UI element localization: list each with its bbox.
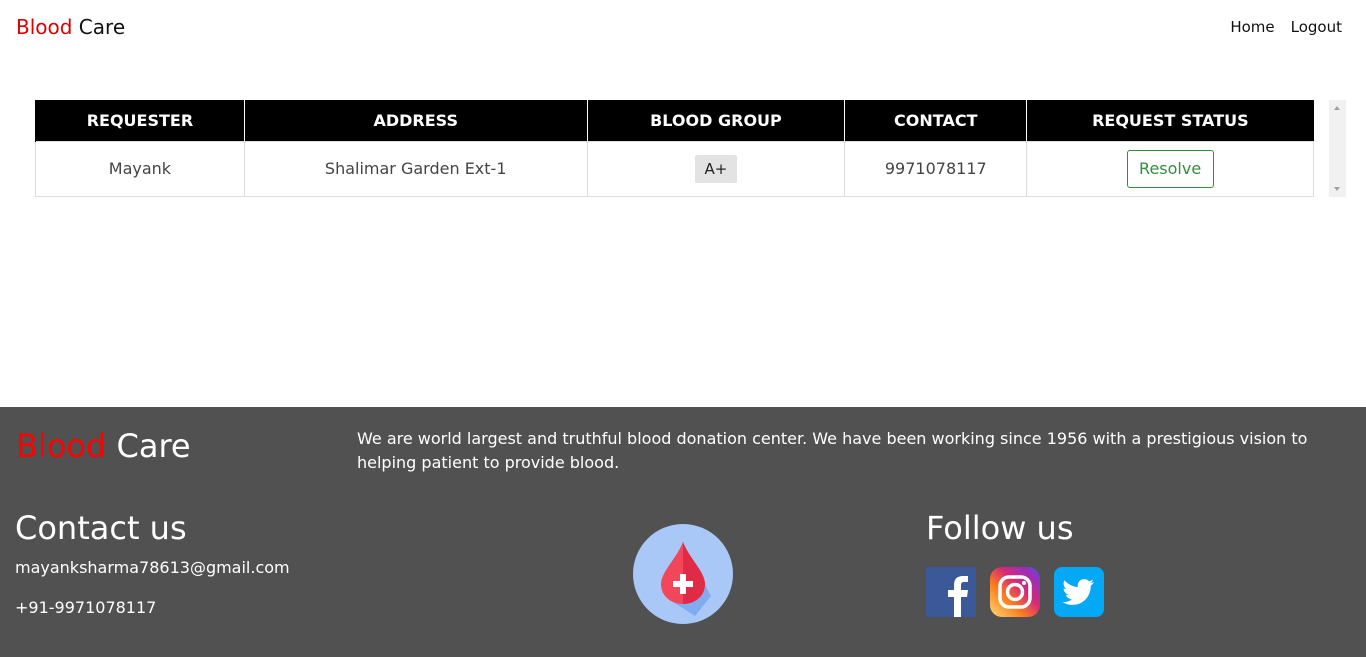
blood-group-badge: A+ <box>694 154 738 183</box>
about-text: We are world largest and truthful blood … <box>357 429 1308 472</box>
brand-rest-text: Care <box>72 15 126 39</box>
footer-brand: Blood Care <box>16 427 191 465</box>
blood-drop-plus-icon <box>633 524 733 624</box>
contact-heading: Contact us <box>15 509 187 547</box>
requests-table-container: REQUESTER ADDRESS BLOOD GROUP CONTACT RE… <box>35 100 1314 197</box>
column-header-requester: REQUESTER <box>35 100 245 141</box>
column-header-contact: CONTACT <box>844 100 1027 141</box>
follow-heading: Follow us <box>926 509 1074 547</box>
brand-logo-text[interactable]: Blood Care <box>16 15 125 39</box>
resolve-button[interactable]: Resolve <box>1126 149 1214 188</box>
contact-phone[interactable]: +91-9971078117 <box>15 598 156 617</box>
table-scrollbar[interactable] <box>1329 100 1346 197</box>
nav-home-link[interactable]: Home <box>1230 18 1274 36</box>
scroll-up-arrow-icon[interactable] <box>1334 106 1340 110</box>
nav-logout-link[interactable]: Logout <box>1291 18 1342 36</box>
nav-links: Home Logout <box>1230 18 1342 36</box>
footer: Blood Care We are world largest and trut… <box>0 407 1366 657</box>
column-header-address: ADDRESS <box>243 100 588 141</box>
cell-contact: 9971078117 <box>844 140 1028 197</box>
footer-brand-red-text: Blood <box>16 427 107 465</box>
contact-email[interactable]: mayanksharma78613@gmail.com <box>15 558 290 577</box>
column-header-blood-group: BLOOD GROUP <box>586 100 845 141</box>
facebook-icon[interactable] <box>926 567 976 617</box>
cell-blood-group: A+ <box>586 140 846 197</box>
table-header-row: REQUESTER ADDRESS BLOOD GROUP CONTACT RE… <box>35 100 1314 141</box>
footer-brand-rest-text: Care <box>106 427 191 465</box>
table-row: Mayank Shalimar Garden Ext-1 A+ 99710781… <box>35 140 1314 197</box>
cell-requester: Mayank <box>35 140 245 197</box>
column-header-request-status: REQUEST STATUS <box>1026 100 1314 141</box>
navbar: Blood Care Home Logout <box>0 0 1366 56</box>
brand-red-text: Blood <box>16 15 73 39</box>
twitter-icon[interactable] <box>1054 567 1104 617</box>
requests-table: REQUESTER ADDRESS BLOOD GROUP CONTACT RE… <box>35 100 1314 197</box>
scroll-down-arrow-icon[interactable] <box>1334 187 1340 191</box>
cell-address: Shalimar Garden Ext-1 <box>243 140 588 197</box>
instagram-icon[interactable] <box>990 567 1040 617</box>
cell-request-status: Resolve <box>1026 140 1314 197</box>
